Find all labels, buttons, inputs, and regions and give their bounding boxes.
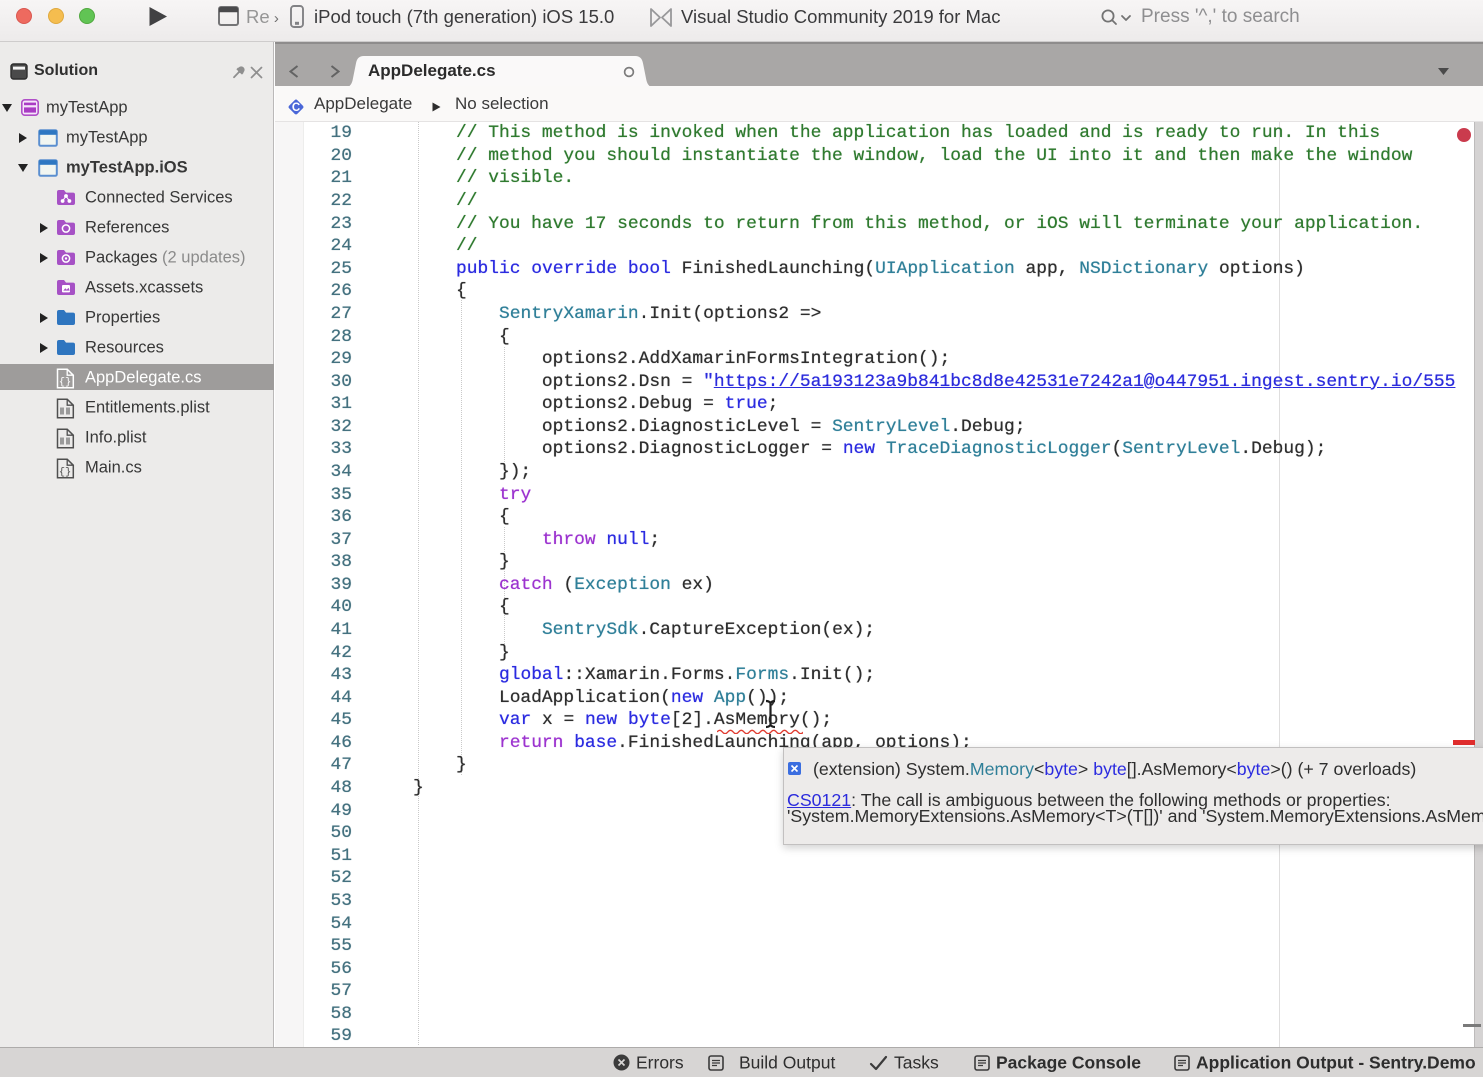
svg-text:C: C [292,102,300,114]
svg-text:{}: {} [59,377,72,389]
svg-text:{}: {} [59,467,72,479]
